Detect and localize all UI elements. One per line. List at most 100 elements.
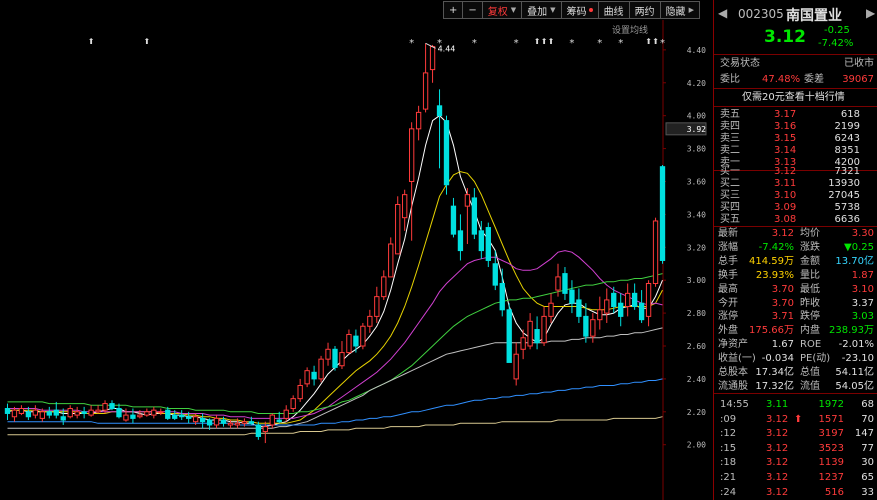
candle-body	[109, 403, 115, 410]
event-arrow-mark: ⬆	[88, 37, 95, 46]
diejia-button[interactable]: 叠加 ▼	[521, 1, 562, 19]
candle-body	[332, 348, 338, 368]
candle	[283, 405, 289, 422]
candle-body	[39, 411, 45, 419]
candle-body	[137, 414, 143, 418]
candle-body	[353, 335, 359, 347]
candle-body	[367, 315, 373, 327]
candle	[625, 283, 631, 317]
candle-body	[241, 421, 248, 424]
chart-toolbar: + − 复权 ▼ 叠加 ▼ 筹码 曲线 两约 隐藏 ▶	[443, 1, 700, 19]
candle	[541, 306, 547, 346]
candle	[339, 341, 345, 370]
fuquan-button[interactable]: 复权 ▼	[481, 1, 523, 19]
candle	[18, 405, 25, 416]
candle-body	[450, 205, 457, 235]
tick-arrow-icon: ⬆	[794, 413, 803, 425]
candle	[652, 217, 659, 287]
stat-value: 3.12	[771, 228, 794, 239]
candle-body	[513, 353, 519, 380]
next-stock-icon[interactable]: ▶	[866, 6, 875, 20]
notification-dot-icon	[588, 8, 593, 12]
zoom-out-button[interactable]: −	[462, 1, 483, 19]
candle-body	[402, 194, 408, 219]
candle	[548, 293, 554, 323]
current-price-tag-text: 3.92	[687, 125, 706, 134]
candle	[346, 329, 352, 355]
tick-price: 3.12	[766, 442, 789, 454]
kline-chart-area[interactable]: 4.40 4.20 4.00 3.80 3.60 3.40 3.20 3.00 2.80 2.60…	[0, 20, 712, 500]
stat-value: 238.93万	[829, 325, 874, 337]
tick-time: :21	[720, 472, 737, 483]
stat-row: 流通股 17.32亿 流值 54.05亿	[714, 380, 877, 393]
event-star-mark: *	[597, 38, 602, 49]
candle-body	[576, 299, 582, 317]
event-star-mark: *	[409, 38, 414, 49]
candle	[116, 403, 122, 419]
event-star-mark: *	[569, 38, 574, 49]
stat-label: 总值	[800, 367, 820, 378]
candle-body	[102, 403, 108, 411]
kline-chart[interactable]: 4.40 4.20 4.00 3.80 3.60 3.40 3.20 3.00 2.80 2.60…	[0, 20, 712, 500]
stat-label: 收益(一)	[718, 353, 756, 365]
candle-body	[583, 315, 589, 337]
candle	[74, 406, 80, 419]
ma-line-0	[7, 115, 663, 428]
candle	[464, 188, 471, 244]
stat-value: 54.05亿	[835, 380, 874, 392]
candle-body	[443, 120, 450, 186]
chouma-button[interactable]: 筹码	[560, 1, 599, 19]
stat-row: 外盘 175.66万 内盘 238.93万	[714, 324, 877, 337]
event-arrow-mark: ⬆	[144, 37, 151, 46]
prev-stock-icon[interactable]: ◀	[718, 6, 727, 20]
event-star-mark: *	[437, 38, 442, 49]
candle-body	[631, 292, 638, 308]
stat-value: 3.71	[771, 311, 794, 323]
candle-body	[60, 416, 66, 421]
candle-body	[499, 282, 505, 311]
candle-body	[227, 422, 234, 426]
tick-time: :09	[720, 413, 737, 425]
tick-count: 30	[861, 457, 874, 469]
candle-body	[213, 417, 220, 426]
stat-value: 3.30	[851, 228, 874, 239]
candle-body	[95, 409, 101, 413]
event-arrow-mark: ⬆	[652, 37, 659, 46]
tick-time: :18	[720, 457, 737, 469]
tick-price: 3.12	[766, 413, 789, 425]
candle	[109, 400, 115, 411]
yincang-button[interactable]: 隐藏 ▶	[659, 1, 700, 19]
event-star-mark: *	[514, 38, 519, 49]
candle	[513, 342, 519, 386]
tick-row: :18 3.12 1139 30	[714, 456, 877, 469]
trade-status-label: 交易状态	[720, 58, 760, 69]
candle	[60, 408, 66, 425]
candle	[4, 403, 11, 421]
chevron-down-icon: ▼	[510, 6, 517, 14]
candle	[618, 293, 624, 327]
stat-label: 流通股	[718, 380, 748, 392]
price-change-pct: -7.42%	[818, 38, 854, 49]
tick-row: :21 3.12 1237 65	[714, 471, 877, 484]
ten-level-promo-link[interactable]: 仅需20元查看十档行情	[742, 91, 845, 104]
candle-body	[541, 315, 547, 344]
tick-count: 77	[861, 442, 874, 454]
ma-settings-link[interactable]: 设置均线	[612, 23, 648, 36]
candle	[506, 303, 512, 363]
candle	[318, 355, 324, 383]
candle-body	[562, 273, 568, 294]
stat-label: 外盘	[718, 325, 738, 337]
quxian-button[interactable]: 曲线	[597, 1, 630, 19]
zoom-in-button[interactable]: +	[443, 1, 464, 19]
candle-body	[555, 276, 561, 291]
event-star-mark: *	[660, 38, 665, 49]
stat-row: 涨幅 -7.42% 涨跌 ▼0.25	[714, 241, 877, 254]
price-axis-label: 3.00	[687, 276, 706, 285]
stat-label: 总手	[718, 255, 738, 267]
tick-price: 3.12	[766, 486, 789, 498]
stat-row: 总手 414.59万 金额 13.70亿	[714, 255, 877, 268]
tongyue-button[interactable]: 两约	[628, 1, 661, 19]
price-axis-label: 3.20	[687, 243, 706, 252]
candle-body	[74, 411, 80, 416]
candle	[325, 342, 331, 366]
